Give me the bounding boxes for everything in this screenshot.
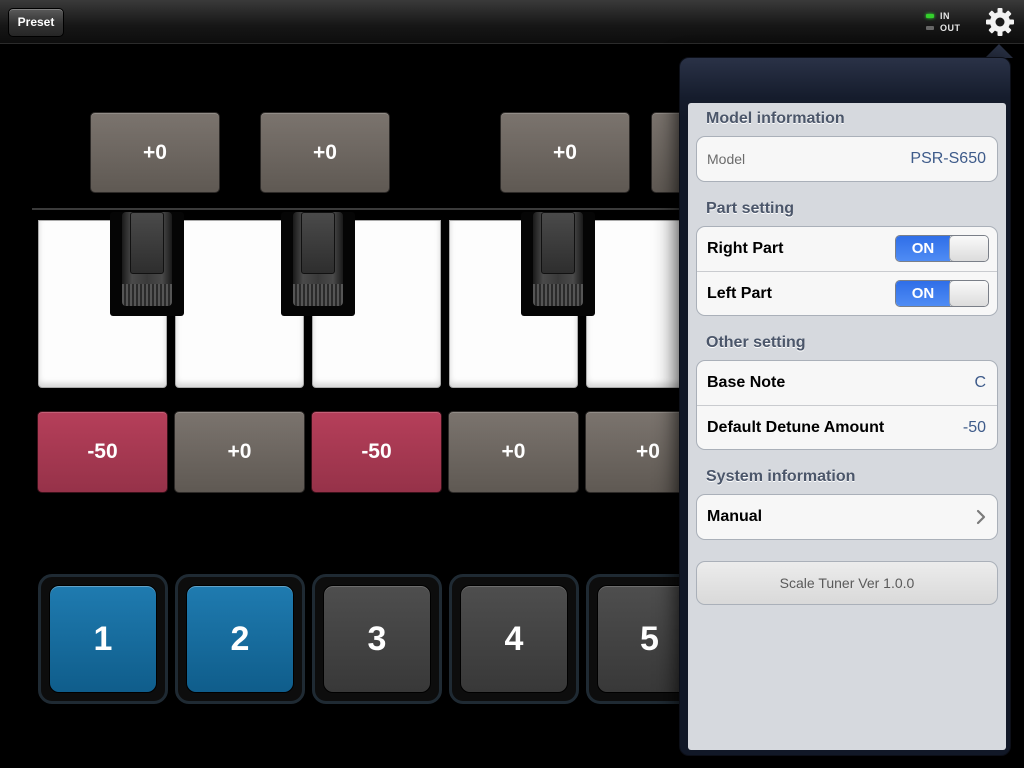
version-button[interactable]: Scale Tuner Ver 1.0.0 [696,561,998,605]
system-info-group: Manual [696,494,998,540]
memory-button-2[interactable]: 2 [186,585,294,693]
other-setting-group: Base Note C Default Detune Amount -50 [696,360,998,450]
memory-button-4[interactable]: 4 [460,585,568,693]
memory-button-frame: 4 [449,574,579,704]
left-part-toggle[interactable]: ON [895,280,989,307]
midi-in-led [926,14,934,18]
default-detune-value: -50 [962,418,986,436]
memory-button-1[interactable]: 1 [49,585,157,693]
black-key[interactable] [110,212,184,316]
midi-io-indicator: IN OUT [926,10,970,36]
white-key-detune-tile[interactable]: -50 [37,411,168,493]
divider [32,208,692,210]
right-part-label: Right Part [707,240,784,257]
toggle-on-label: ON [896,281,950,306]
memory-button-frame: 5 [586,574,697,704]
black-key-detune-tile[interactable]: +0 [260,112,390,193]
right-part-row: Right Part ON [697,227,997,271]
manual-row[interactable]: Manual [697,495,997,539]
memory-button-frame: 2 [175,574,305,704]
black-key-detune-tile[interactable]: +0 [90,112,220,193]
memory-button-frame: 3 [312,574,442,704]
base-note-label: Base Note [707,374,786,391]
section-title-model: Model information [706,110,845,127]
midi-in-label: IN [940,11,950,21]
top-bar: Preset IN OUT [0,0,1024,44]
model-info-group: Model PSR-S650 [696,136,998,182]
memory-button-3[interactable]: 3 [323,585,431,693]
chevron-right-icon [976,509,986,525]
section-title-other: Other setting [706,334,806,351]
manual-label: Manual [707,508,763,525]
settings-popover: Model information Model PSR-S650 Part se… [679,57,1011,756]
memory-button-frame: 1 [38,574,168,704]
settings-panel: Model information Model PSR-S650 Part se… [688,103,1006,750]
white-key[interactable] [586,220,692,388]
white-key-detune-tile[interactable]: +0 [174,411,305,493]
preset-button[interactable]: Preset [8,8,64,37]
black-key[interactable] [281,212,355,316]
midi-out-label: OUT [940,23,961,33]
model-row: Model PSR-S650 [697,137,997,181]
white-key-detune-tile[interactable]: -50 [311,411,442,493]
popover-arrow [985,44,1013,58]
default-detune-row[interactable]: Default Detune Amount -50 [697,405,997,449]
base-note-value: C [974,374,986,391]
black-key[interactable] [521,212,595,316]
white-key-detune-tile[interactable]: +0 [448,411,579,493]
white-key-detune-tile[interactable]: +0 [585,411,692,493]
section-title-part: Part setting [706,200,795,217]
section-title-system: System information [706,468,856,485]
model-label: Model [707,151,746,167]
black-key-detune-tile[interactable]: +0 [500,112,630,193]
left-part-label: Left Part [707,284,772,302]
base-note-row[interactable]: Base Note C [697,361,997,405]
right-part-toggle[interactable]: ON [895,235,989,262]
left-part-row: Left Part ON [697,271,997,315]
part-setting-group: Right Part ON Left Part ON [696,226,998,316]
toggle-on-label: ON [896,236,950,261]
default-detune-label: Default Detune Amount [707,418,885,436]
toggle-knob [949,281,988,306]
midi-out-led [926,26,934,30]
gear-icon[interactable] [984,6,1016,38]
model-value: PSR-S650 [910,150,986,167]
toggle-knob [949,236,988,261]
